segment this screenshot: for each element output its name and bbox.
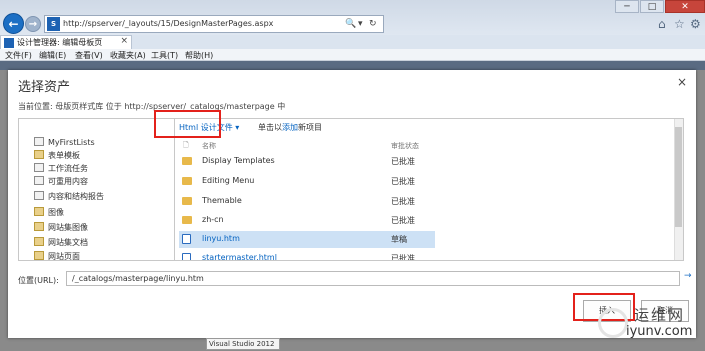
menu-bar: 文件(F) 编辑(E) 查看(V) 收藏夹(A) 工具(T) 帮助(H) <box>0 49 705 61</box>
browser-toolbar: ← → S http://spserver/_layouts/15/Design… <box>0 0 705 35</box>
url-input[interactable] <box>66 271 680 286</box>
upload-prompt: 单击以添加新项目 <box>258 123 322 132</box>
file-row[interactable]: startermaster.html 已批准 <box>179 250 435 260</box>
go-arrow-icon[interactable]: → <box>684 271 692 281</box>
list-icon <box>34 176 44 185</box>
column-status[interactable]: 审批状态 <box>391 141 419 151</box>
folder-icon <box>182 216 192 224</box>
file-row-selected[interactable]: linyu.htm 草稿 <box>179 231 435 248</box>
scrollbar-thumb[interactable] <box>675 127 682 227</box>
folder-icon <box>182 157 192 165</box>
settings-icon[interactable]: ⚙ <box>690 17 701 31</box>
sharepoint-icon <box>4 38 14 48</box>
menu-tools[interactable]: 工具(T) <box>151 50 178 61</box>
search-icon[interactable]: 🔍 <box>345 19 356 29</box>
file-row[interactable]: Editing Menu 已批准 <box>179 173 435 190</box>
tree-item[interactable]: MyFirstLists <box>34 137 95 149</box>
library-icon <box>34 222 44 231</box>
maximize-button[interactable]: □ <box>640 0 664 13</box>
tree-item[interactable]: 可重用内容 <box>34 176 88 188</box>
modal-overlay <box>0 61 705 70</box>
menu-edit[interactable]: 编辑(E) <box>39 50 66 61</box>
highlight-box <box>154 110 221 138</box>
file-row[interactable]: Display Templates 已批准 <box>179 153 435 170</box>
column-header: 🗋 名称 审批状态 <box>175 139 683 152</box>
address-text[interactable]: http://spserver/_layouts/15/DesignMaster… <box>63 19 273 28</box>
menu-help[interactable]: 帮助(H) <box>185 50 213 61</box>
watermark-en: iyunv.com <box>626 324 693 339</box>
library-icon <box>34 237 44 246</box>
refresh-icon[interactable]: ↻ <box>369 19 377 29</box>
library-tree: MyFirstLists 表单模板 工作流任务 可重用内容 内容和结构报告 图像… <box>18 118 174 261</box>
file-row[interactable]: zh-cn 已批准 <box>179 212 435 229</box>
favorites-icon[interactable]: ☆ <box>674 17 685 31</box>
dropdown-icon[interactable]: ▾ <box>358 19 363 29</box>
menu-favorites[interactable]: 收藏夹(A) <box>110 50 146 61</box>
address-bar[interactable]: S http://spserver/_layouts/15/DesignMast… <box>44 15 384 33</box>
menu-view[interactable]: 查看(V) <box>75 50 103 61</box>
html-file-icon <box>182 234 191 244</box>
html-file-icon <box>182 253 191 260</box>
watermark: 运维网 iyunv.com <box>598 302 698 350</box>
file-row[interactable]: Themable 已批准 <box>179 193 435 210</box>
sharepoint-icon: S <box>47 17 60 31</box>
list-icon <box>34 163 44 172</box>
tree-item[interactable]: 表单模板 <box>34 150 80 162</box>
tree-item[interactable]: 内容和结构报告 <box>34 191 104 203</box>
folder-icon <box>182 197 192 205</box>
library-icon <box>34 207 44 216</box>
close-window-button[interactable]: ✕ <box>665 0 705 13</box>
browser-tab[interactable]: 设计管理器: 编辑母板页 × <box>0 35 132 49</box>
scrollbar[interactable] <box>674 119 683 260</box>
tree-item[interactable]: 网站页面 <box>34 251 80 260</box>
tree-item[interactable]: 网站集图像 <box>34 222 88 234</box>
watermark-cn: 运维网 <box>634 306 686 324</box>
browser-chrome: ← → S http://spserver/_layouts/15/Design… <box>0 0 705 61</box>
tree-item[interactable]: 图像 <box>34 207 64 219</box>
watermark-logo <box>598 308 628 338</box>
back-button[interactable]: ← <box>3 13 24 34</box>
library-icon <box>34 150 44 159</box>
folder-icon <box>182 177 192 185</box>
taskbar-item[interactable]: Visual Studio 2012 <box>206 338 280 350</box>
library-icon <box>34 251 44 260</box>
forward-button[interactable]: → <box>25 16 41 32</box>
dialog-close-icon[interactable]: × <box>677 75 687 89</box>
tree-item[interactable]: 网站集文档 <box>34 237 88 249</box>
tab-close-icon[interactable]: × <box>120 36 128 46</box>
menu-file[interactable]: 文件(F) <box>5 50 32 61</box>
minimize-button[interactable]: ─ <box>615 0 639 13</box>
column-name[interactable]: 名称 <box>202 141 216 151</box>
home-icon[interactable]: ⌂ <box>658 17 666 31</box>
tree-item[interactable]: 工作流任务 <box>34 163 88 175</box>
tab-title: 设计管理器: 编辑母板页 <box>17 38 103 47</box>
add-link[interactable]: 添加 <box>282 123 298 132</box>
file-list-panel: Html 设计文件 ▾ 单击以添加新项目 🗋 名称 审批状态 Display T… <box>174 118 684 261</box>
file-toolbar: Html 设计文件 ▾ 单击以添加新项目 <box>175 119 683 136</box>
dialog-title: 选择资产 <box>18 80 71 95</box>
list-icon <box>34 137 44 146</box>
url-label: 位置(URL): <box>18 276 59 285</box>
current-location: 当前位置: 母版页样式库 位于 http://spserver/_catalog… <box>18 102 286 111</box>
doc-type-icon: 🗋 <box>183 141 189 149</box>
list-icon <box>34 191 44 200</box>
